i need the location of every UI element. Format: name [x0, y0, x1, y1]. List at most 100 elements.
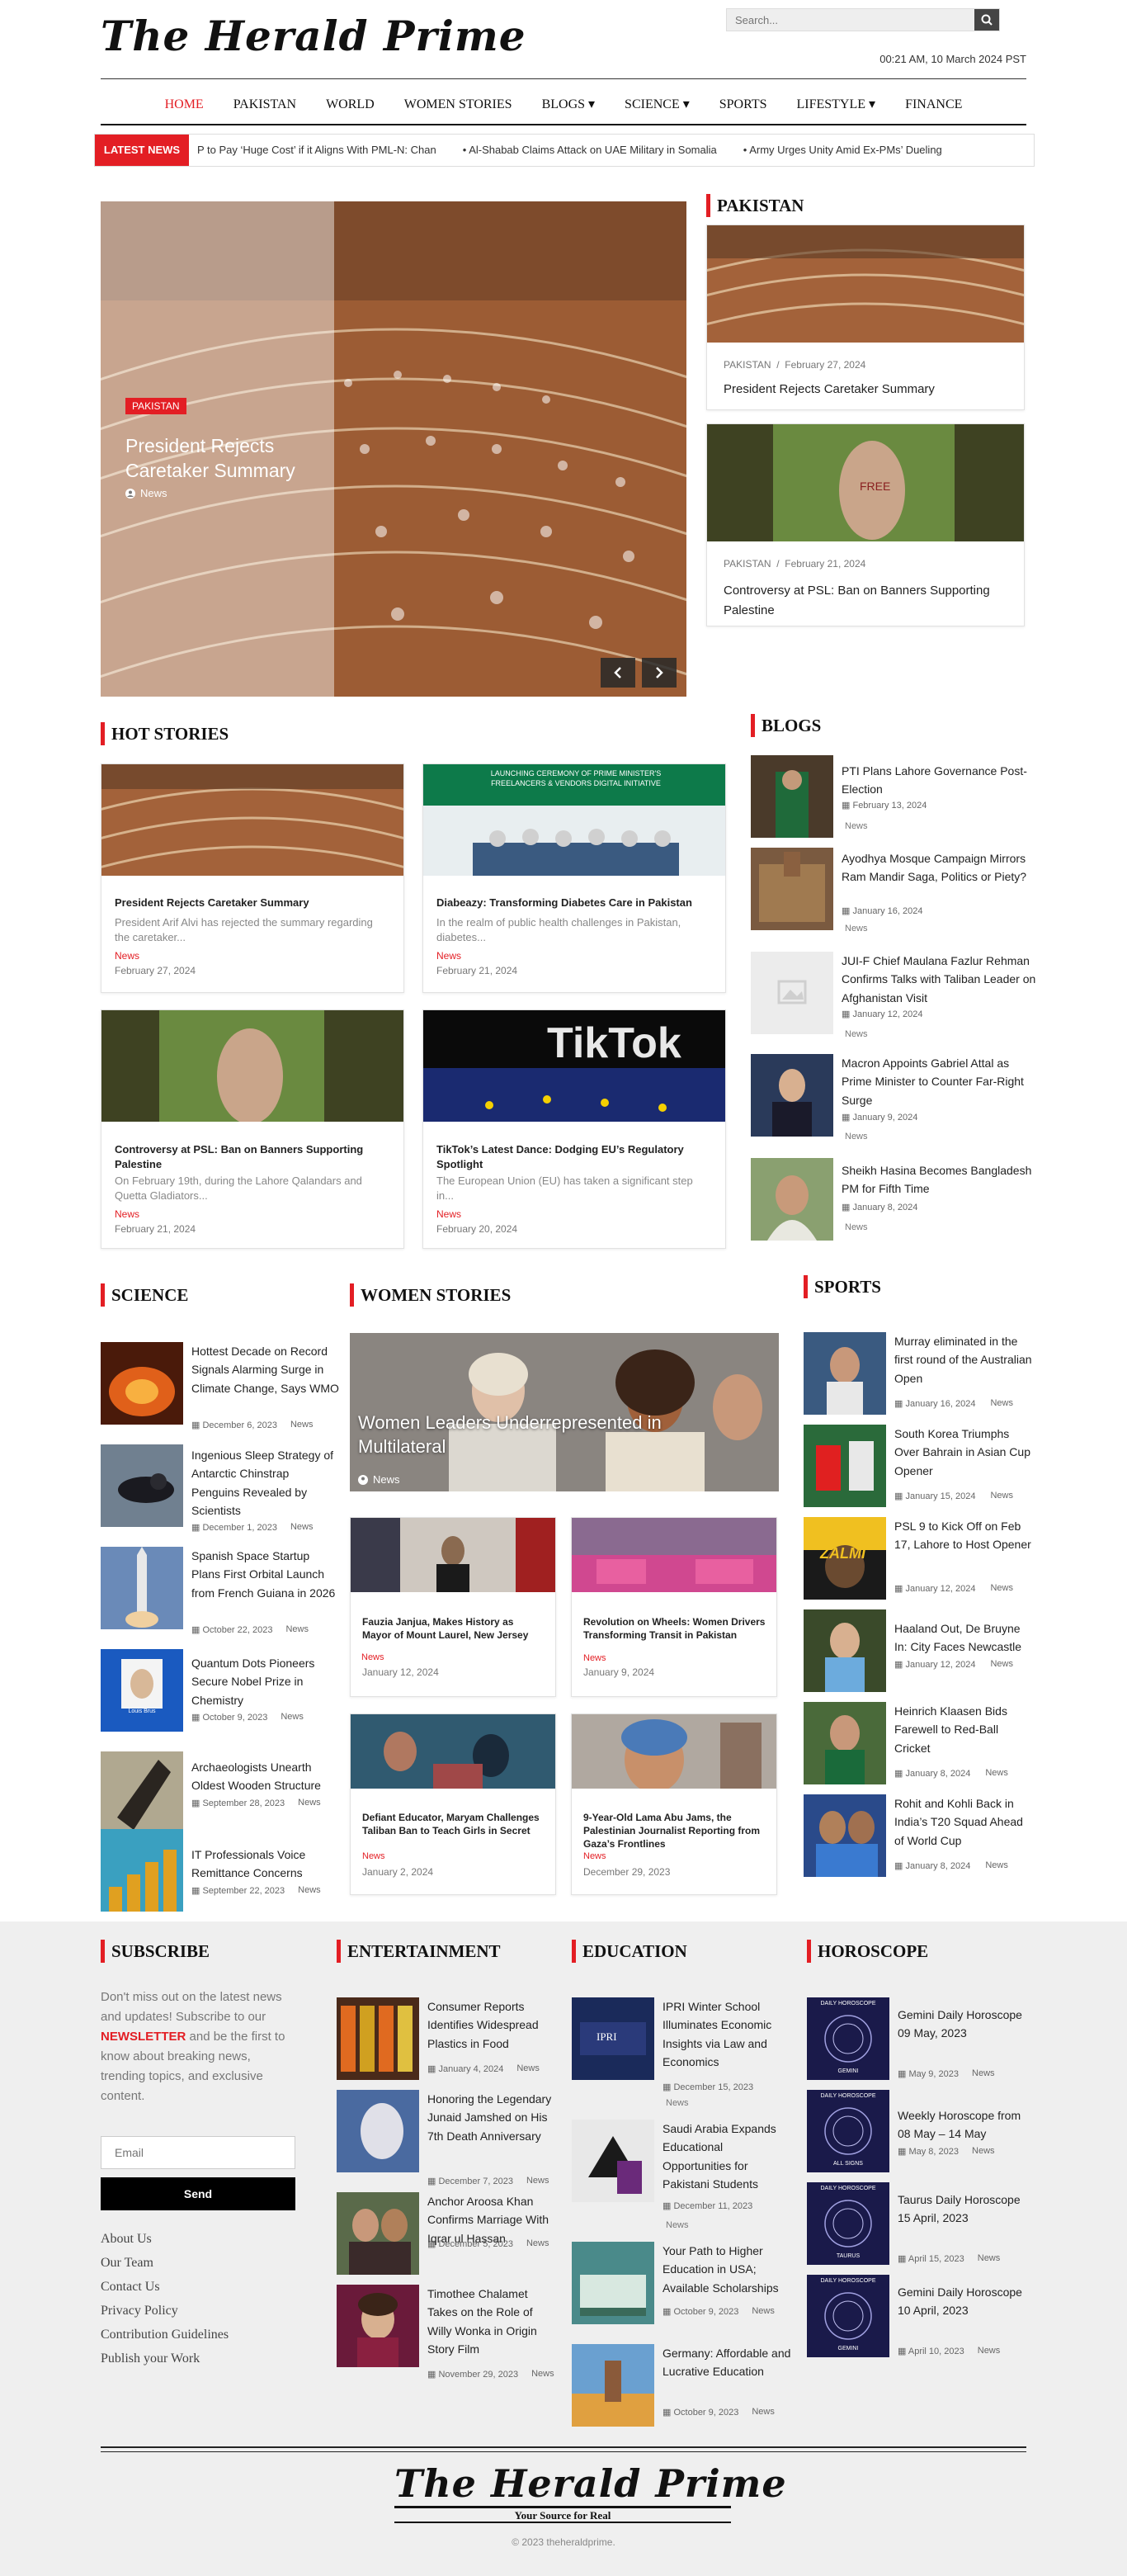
- sports-item[interactable]: ZALMI PSL 9 to Kick Off on Feb 17, Lahor…: [804, 1517, 1035, 1600]
- blog-title[interactable]: Macron Appoints Gabriel Attal as Prime M…: [842, 1054, 1040, 1109]
- nav-science[interactable]: SCIENCE ▾: [610, 92, 705, 117]
- blog-item[interactable]: Sheikh Hasina Becomes Bangladesh PM for …: [751, 1158, 1040, 1241]
- sports-title[interactable]: Rohit and Kohli Back in India’s T20 Squa…: [894, 1794, 1035, 1850]
- edu-title[interactable]: IPRI Winter School Illuminates Economic …: [663, 1997, 795, 2072]
- pakistan-card[interactable]: PAKISTAN / February 27, 2024 President R…: [706, 225, 1025, 410]
- horoscope-title[interactable]: Taurus Daily Horoscope 15 April, 2023: [898, 2191, 1030, 2228]
- blog-tag[interactable]: News: [845, 1132, 868, 1141]
- card-title[interactable]: Fauzia Janjua, Makes History as Mayor of…: [362, 1615, 545, 1642]
- nav-sports[interactable]: SPORTS: [705, 92, 782, 117]
- science-item[interactable]: Archaeologists Unearth Oldest Wooden Str…: [101, 1751, 340, 1834]
- sports-title[interactable]: PSL 9 to Kick Off on Feb 17, Lahore to H…: [894, 1517, 1035, 1554]
- sports-title[interactable]: Heinrich Klaasen Bids Farewell to Red-Ba…: [894, 1702, 1035, 1757]
- education-item[interactable]: IPRI IPRI Winter School Illuminates Econ…: [572, 1997, 795, 2108]
- edu-title[interactable]: Germany: Affordable and Lucrative Educat…: [663, 2344, 795, 2381]
- nav-pakistan[interactable]: PAKISTAN: [219, 92, 311, 117]
- card-tag[interactable]: News: [115, 1208, 139, 1220]
- women-card[interactable]: Fauzia Janjua, Makes History as Mayor of…: [350, 1517, 556, 1697]
- horoscope-title[interactable]: Gemini Daily Horoscope 10 April, 2023: [898, 2283, 1030, 2320]
- entertainment-item[interactable]: Anchor Aroosa Khan Confirms Marriage Wit…: [337, 2192, 559, 2275]
- hot-story-card[interactable]: Controversy at PSL: Ban on Banners Suppo…: [101, 1009, 404, 1249]
- edu-title[interactable]: Your Path to Higher Education in USA; Av…: [663, 2242, 795, 2297]
- blog-title[interactable]: PTI Plans Lahore Governance Post-Electio…: [842, 762, 1040, 799]
- card-tag[interactable]: News: [115, 950, 139, 962]
- hot-story-card[interactable]: LAUNCHING CEREMONY OF PRIME MINISTER'S F…: [422, 763, 726, 993]
- blog-tag[interactable]: News: [845, 821, 868, 831]
- edu-title[interactable]: Saudi Arabia Expands Educational Opportu…: [663, 2120, 795, 2194]
- edu-tag[interactable]: News: [666, 2220, 689, 2230]
- horoscope-title[interactable]: Weekly Horoscope from 08 May – 14 May: [898, 2106, 1030, 2144]
- science-title[interactable]: Archaeologists Unearth Oldest Wooden Str…: [191, 1758, 340, 1795]
- entertainment-item[interactable]: Consumer Reports Identifies Widespread P…: [337, 1997, 559, 2080]
- sports-item[interactable]: Heinrich Klaasen Bids Farewell to Red-Ba…: [804, 1702, 1035, 1784]
- pakistan-card[interactable]: FREE PAKISTAN / February 21, 2024 Contro…: [706, 423, 1025, 626]
- science-title[interactable]: IT Professionals Voice Remittance Concer…: [191, 1846, 340, 1883]
- women-card[interactable]: 9-Year-Old Lama Abu Jams, the Palestinia…: [571, 1713, 777, 1895]
- footer-link-privacy[interactable]: Privacy Policy: [101, 2299, 229, 2323]
- education-item[interactable]: Germany: Affordable and Lucrative Educat…: [572, 2344, 795, 2427]
- ent-title[interactable]: Timothee Chalamet Takes on the Role of W…: [427, 2285, 559, 2359]
- horoscope-item[interactable]: DAILY HOROSCOPE TAURUS Taurus Daily Horo…: [807, 2182, 1030, 2265]
- card-tag[interactable]: News: [583, 1653, 606, 1663]
- email-field[interactable]: [101, 2136, 295, 2169]
- card-title[interactable]: Controversy at PSL: Ban on Banners Suppo…: [115, 1142, 395, 1171]
- footer-link-guidelines[interactable]: Contribution Guidelines: [101, 2323, 229, 2347]
- search-button[interactable]: [974, 9, 999, 31]
- horoscope-item[interactable]: DAILY HOROSCOPE GEMINI Gemini Daily Horo…: [807, 1997, 1030, 2080]
- card-tag[interactable]: News: [436, 1208, 461, 1220]
- women-card[interactable]: Revolution on Wheels: Women Drivers Tran…: [571, 1517, 777, 1697]
- ticker-item[interactable]: • Army Urges Unity Amid Ex-PMs’ Dueling: [743, 135, 942, 166]
- science-item[interactable]: Louis Brus Quantum Dots Pioneers Secure …: [101, 1649, 340, 1732]
- card-title[interactable]: President Rejects Caretaker Summary: [115, 896, 395, 909]
- science-item[interactable]: IT Professionals Voice Remittance Concer…: [101, 1829, 340, 1912]
- card-title[interactable]: Diabeazy: Transforming Diabetes Care in …: [436, 896, 717, 909]
- card-title[interactable]: Revolution on Wheels: Women Drivers Tran…: [583, 1615, 766, 1642]
- science-item[interactable]: Spanish Space Startup Plans First Orbita…: [101, 1547, 340, 1635]
- education-item[interactable]: Your Path to Higher Education in USA; Av…: [572, 2242, 795, 2324]
- nav-lifestyle[interactable]: LIFESTYLE ▾: [781, 92, 890, 117]
- hot-story-card[interactable]: TikTok TikTok’s Latest Dance: Dodging EU…: [422, 1009, 726, 1249]
- nav-blogs[interactable]: BLOGS ▾: [527, 92, 610, 117]
- ticker-item[interactable]: P to Pay ‘Huge Cost’ if it Aligns With P…: [197, 135, 436, 166]
- card-title[interactable]: Controversy at PSL: Ban on Banners Suppo…: [724, 581, 1012, 621]
- footer-link-about[interactable]: About Us: [101, 2227, 229, 2251]
- horoscope-item[interactable]: DAILY HOROSCOPE GEMINI Gemini Daily Horo…: [807, 2275, 1030, 2357]
- science-title[interactable]: Spanish Space Startup Plans First Orbita…: [191, 1547, 340, 1602]
- nav-world[interactable]: WORLD: [311, 92, 389, 117]
- card-tag[interactable]: News: [362, 1851, 385, 1861]
- ent-title[interactable]: Honoring the Legendary Junaid Jamshed on…: [427, 2090, 559, 2145]
- hot-story-card[interactable]: President Rejects Caretaker Summary Pres…: [101, 763, 404, 993]
- blog-item[interactable]: Macron Appoints Gabriel Attal as Prime M…: [751, 1054, 1040, 1141]
- blog-title[interactable]: JUI-F Chief Maulana Fazlur Rehman Confir…: [842, 952, 1040, 1007]
- hero-category-badge[interactable]: PAKISTAN: [125, 398, 186, 414]
- horoscope-title[interactable]: Gemini Daily Horoscope 09 May, 2023: [898, 2006, 1030, 2043]
- blog-title[interactable]: Sheikh Hasina Becomes Bangladesh PM for …: [842, 1161, 1040, 1198]
- sports-title[interactable]: Murray eliminated in the first round of …: [894, 1332, 1035, 1387]
- card-title[interactable]: TikTok’s Latest Dance: Dodging EU’s Regu…: [436, 1142, 717, 1171]
- edu-tag[interactable]: News: [666, 2098, 689, 2108]
- blog-tag[interactable]: News: [845, 1222, 868, 1232]
- card-tag[interactable]: News: [436, 950, 461, 962]
- nav-home[interactable]: HOME: [150, 92, 219, 117]
- blog-item[interactable]: JUI-F Chief Maulana Fazlur Rehman Confir…: [751, 952, 1040, 1039]
- footer-link-contact[interactable]: Contact Us: [101, 2275, 229, 2299]
- horoscope-item[interactable]: DAILY HOROSCOPE ALL SIGNS Weekly Horosco…: [807, 2090, 1030, 2172]
- footer-logo[interactable]: The Herald Prime: [394, 2461, 787, 2506]
- sports-item[interactable]: South Korea Triumphs Over Bahrain in Asi…: [804, 1425, 1035, 1507]
- sports-item[interactable]: Rohit and Kohli Back in India’s T20 Squa…: [804, 1794, 1035, 1877]
- nav-finance[interactable]: FINANCE: [890, 92, 977, 117]
- science-item[interactable]: Hottest Decade on Record Signals Alarmin…: [101, 1342, 340, 1430]
- sports-item[interactable]: Haaland Out, De Bruyne In: City Faces Ne…: [804, 1609, 1035, 1692]
- sports-title[interactable]: South Korea Triumphs Over Bahrain in Asi…: [894, 1425, 1035, 1480]
- blog-item[interactable]: PTI Plans Lahore Governance Post-Electio…: [751, 755, 1040, 838]
- footer-link-team[interactable]: Our Team: [101, 2251, 229, 2275]
- sports-title[interactable]: Haaland Out, De Bruyne In: City Faces Ne…: [894, 1619, 1035, 1657]
- hero-title[interactable]: President Rejects Caretaker Summary: [125, 434, 323, 484]
- footer-link-publish[interactable]: Publish your Work: [101, 2347, 229, 2370]
- blog-tag[interactable]: News: [845, 924, 868, 934]
- card-tag[interactable]: News: [583, 1851, 606, 1861]
- card-title[interactable]: 9-Year-Old Lama Abu Jams, the Palestinia…: [583, 1811, 766, 1851]
- card-tag[interactable]: News: [361, 1652, 384, 1662]
- send-button[interactable]: Send: [101, 2177, 295, 2210]
- hero-slider[interactable]: PAKISTAN President Rejects Caretaker Sum…: [101, 201, 686, 697]
